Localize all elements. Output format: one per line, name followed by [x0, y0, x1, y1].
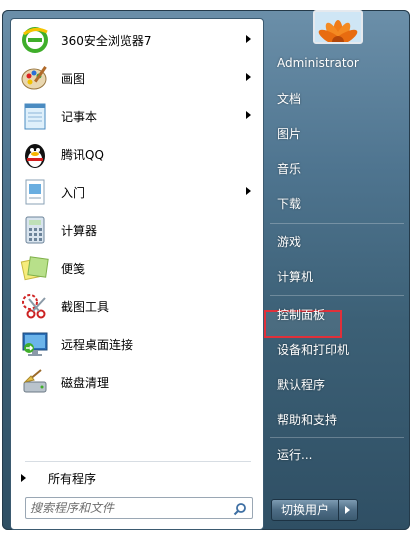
right-item-help-support[interactable]: 帮助和支持	[277, 411, 337, 428]
submenu-arrow-icon[interactable]	[246, 73, 251, 81]
all-programs-button[interactable]: 所有程序	[21, 466, 96, 490]
remote-desktop-icon	[19, 328, 51, 360]
search-input[interactable]	[30, 500, 220, 516]
program-disk-cleanup[interactable]: 磁盘清理	[15, 365, 259, 399]
right-item-default-programs[interactable]: 默认程序	[277, 376, 325, 393]
qq-penguin-icon	[19, 138, 51, 170]
programs-pane: 360安全浏览器7 画图 记事本 腾讯QQ 入门 计算器 便笺 截图工具 远程桌…	[10, 18, 264, 530]
program-label: 截图工具	[61, 299, 110, 314]
shutdown-options-arrow-icon[interactable]	[339, 499, 359, 521]
search-icon[interactable]	[233, 501, 247, 520]
program-label: 入门	[61, 185, 86, 200]
program-sticky-notes[interactable]: 便笺	[15, 251, 259, 285]
program-label: 便笺	[61, 261, 86, 276]
submenu-arrow-icon[interactable]	[246, 111, 251, 119]
getting-started-icon	[19, 176, 51, 208]
submenu-arrow-icon[interactable]	[246, 187, 251, 195]
program-label: 画图	[61, 71, 86, 86]
paint-palette-icon	[19, 62, 51, 94]
all-programs-label: 所有程序	[48, 471, 97, 486]
divider	[25, 461, 251, 462]
right-item-run[interactable]: 运行...	[277, 446, 312, 463]
right-item-documents[interactable]: 文档	[277, 90, 301, 107]
program-snipping-tool[interactable]: 截图工具	[15, 289, 259, 323]
right-item-pictures[interactable]: 图片	[277, 125, 301, 142]
program-getting-started[interactable]: 入门	[15, 175, 259, 209]
right-item-computer[interactable]: 计算机	[277, 268, 313, 285]
notepad-icon	[19, 100, 51, 132]
start-menu: 360安全浏览器7 画图 记事本 腾讯QQ 入门 计算器 便笺 截图工具 远程桌…	[2, 10, 410, 530]
program-label: 计算器	[61, 223, 98, 238]
right-item-user[interactable]: Administrator	[277, 56, 359, 70]
right-item-music[interactable]: 音乐	[277, 160, 301, 177]
program-qq[interactable]: 腾讯QQ	[15, 137, 259, 171]
program-label: 远程桌面连接	[61, 337, 134, 352]
calculator-icon	[19, 214, 51, 246]
right-divider	[270, 295, 404, 296]
right-item-games[interactable]: 游戏	[277, 233, 301, 250]
program-label: 磁盘清理	[61, 375, 110, 390]
program-remote-desktop[interactable]: 远程桌面连接	[15, 327, 259, 361]
submenu-arrow-icon[interactable]	[246, 35, 251, 43]
program-label: 腾讯QQ	[61, 147, 104, 162]
right-divider	[270, 437, 404, 438]
program-360-browser[interactable]: 360安全浏览器7	[15, 23, 259, 57]
right-item-control-panel[interactable]: 控制面板	[277, 306, 325, 323]
user-avatar[interactable]	[313, 10, 363, 44]
expand-arrow-icon	[21, 474, 26, 482]
right-divider	[270, 223, 404, 224]
program-label: 360安全浏览器7	[61, 33, 152, 48]
program-paint[interactable]: 画图	[15, 61, 259, 95]
program-label: 记事本	[61, 109, 98, 124]
360-browser-icon	[19, 24, 51, 56]
sticky-notes-icon	[19, 252, 51, 284]
right-item-devices-printers[interactable]: 设备和打印机	[277, 341, 349, 358]
program-calculator[interactable]: 计算器	[15, 213, 259, 247]
snipping-tool-icon	[19, 290, 51, 322]
switch-user-button[interactable]: 切换用户	[271, 499, 340, 521]
right-item-downloads[interactable]: 下载	[277, 195, 301, 212]
search-box[interactable]	[25, 497, 253, 519]
program-notepad[interactable]: 记事本	[15, 99, 259, 133]
shutdown-controls: 切换用户	[271, 499, 359, 521]
disk-cleanup-icon	[19, 366, 51, 398]
